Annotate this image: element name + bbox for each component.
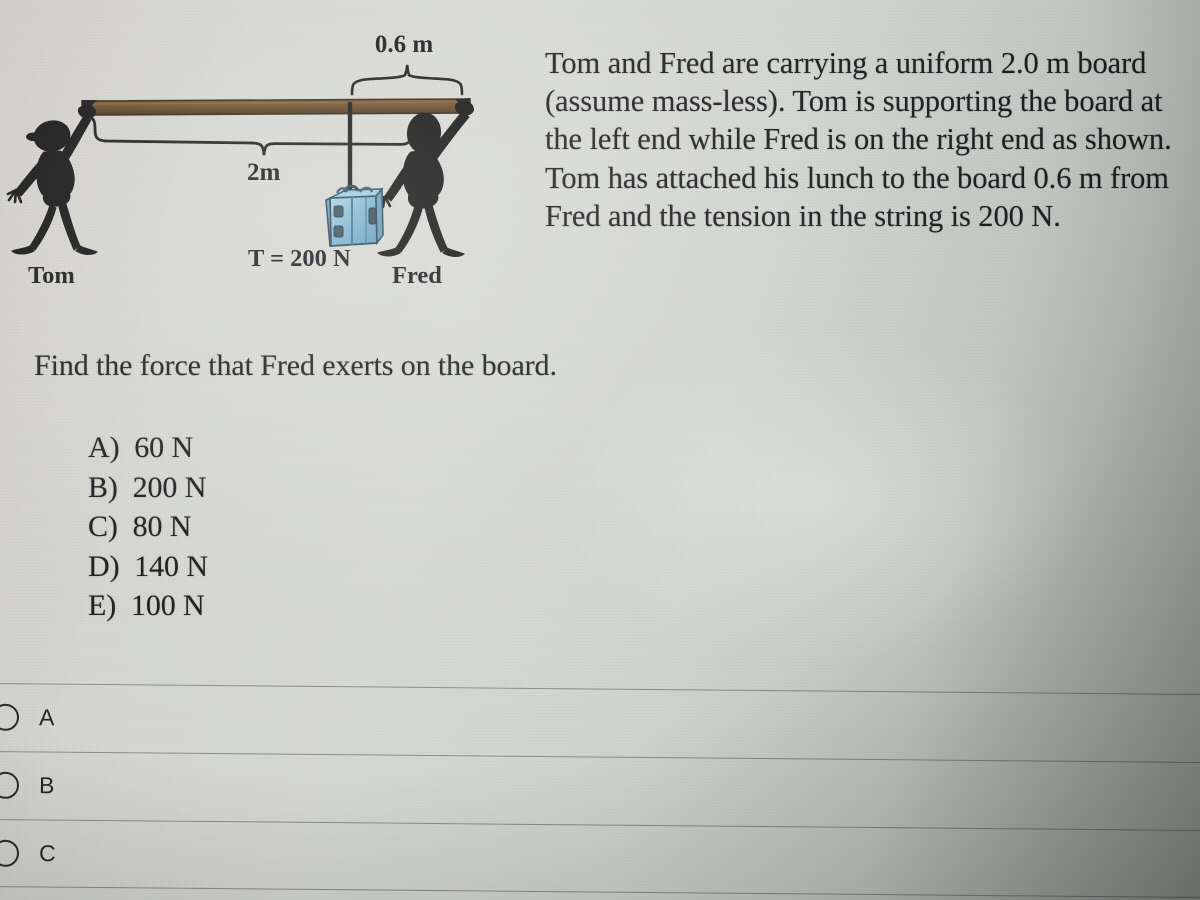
answer-selection-list: A B C D [0,660,1200,900]
answer-option-b-label: B [38,771,55,798]
physics-diagram: Tom Fred 0.6 m 2m T = 200 N [0,0,520,305]
screenshot-page: Tom Fred 0.6 m 2m T = 200 N Tom and Fred… [0,0,1200,900]
choice-b: B) 200 N [88,470,207,504]
lunch-box [325,184,384,248]
choice-a: A) 60 N [88,431,194,464]
board [81,98,471,116]
problem-statement: Tom and Fred are carrying a uniform 2.0 … [545,46,1172,233]
label-dim-right: 0.6 m [375,31,434,58]
label-tom: Tom [28,262,75,289]
radio-button-icon[interactable] [0,839,20,867]
choice-c: C) 80 N [88,510,192,543]
question-prompt: Find the force that Fred exerts on the b… [34,349,557,382]
choice-d: D) 140 N [88,549,208,583]
answer-option-c[interactable]: C [0,819,1200,897]
stick-figure-tom [6,105,98,255]
answer-choices-list: A) 60 N B) 200 N C) 80 N D) 140 N E) 100… [88,428,208,626]
answer-option-b[interactable]: B [0,751,1200,829]
radio-button-icon[interactable] [0,703,20,731]
radio-button-icon[interactable] [0,771,20,799]
answer-option-a[interactable]: A [0,683,1200,761]
choice-e: E) 100 N [88,589,205,622]
screen-glare [560,330,1080,660]
stick-figure-fred [375,101,474,257]
answer-option-a-label: A [38,703,55,730]
label-tension: T = 200 N [248,245,351,272]
label-dim-span: 2m [247,159,281,186]
dimension-brace-span [82,114,423,156]
label-fred: Fred [392,262,442,289]
answer-option-c-label: C [38,839,56,866]
dimension-brace-right [350,64,464,96]
